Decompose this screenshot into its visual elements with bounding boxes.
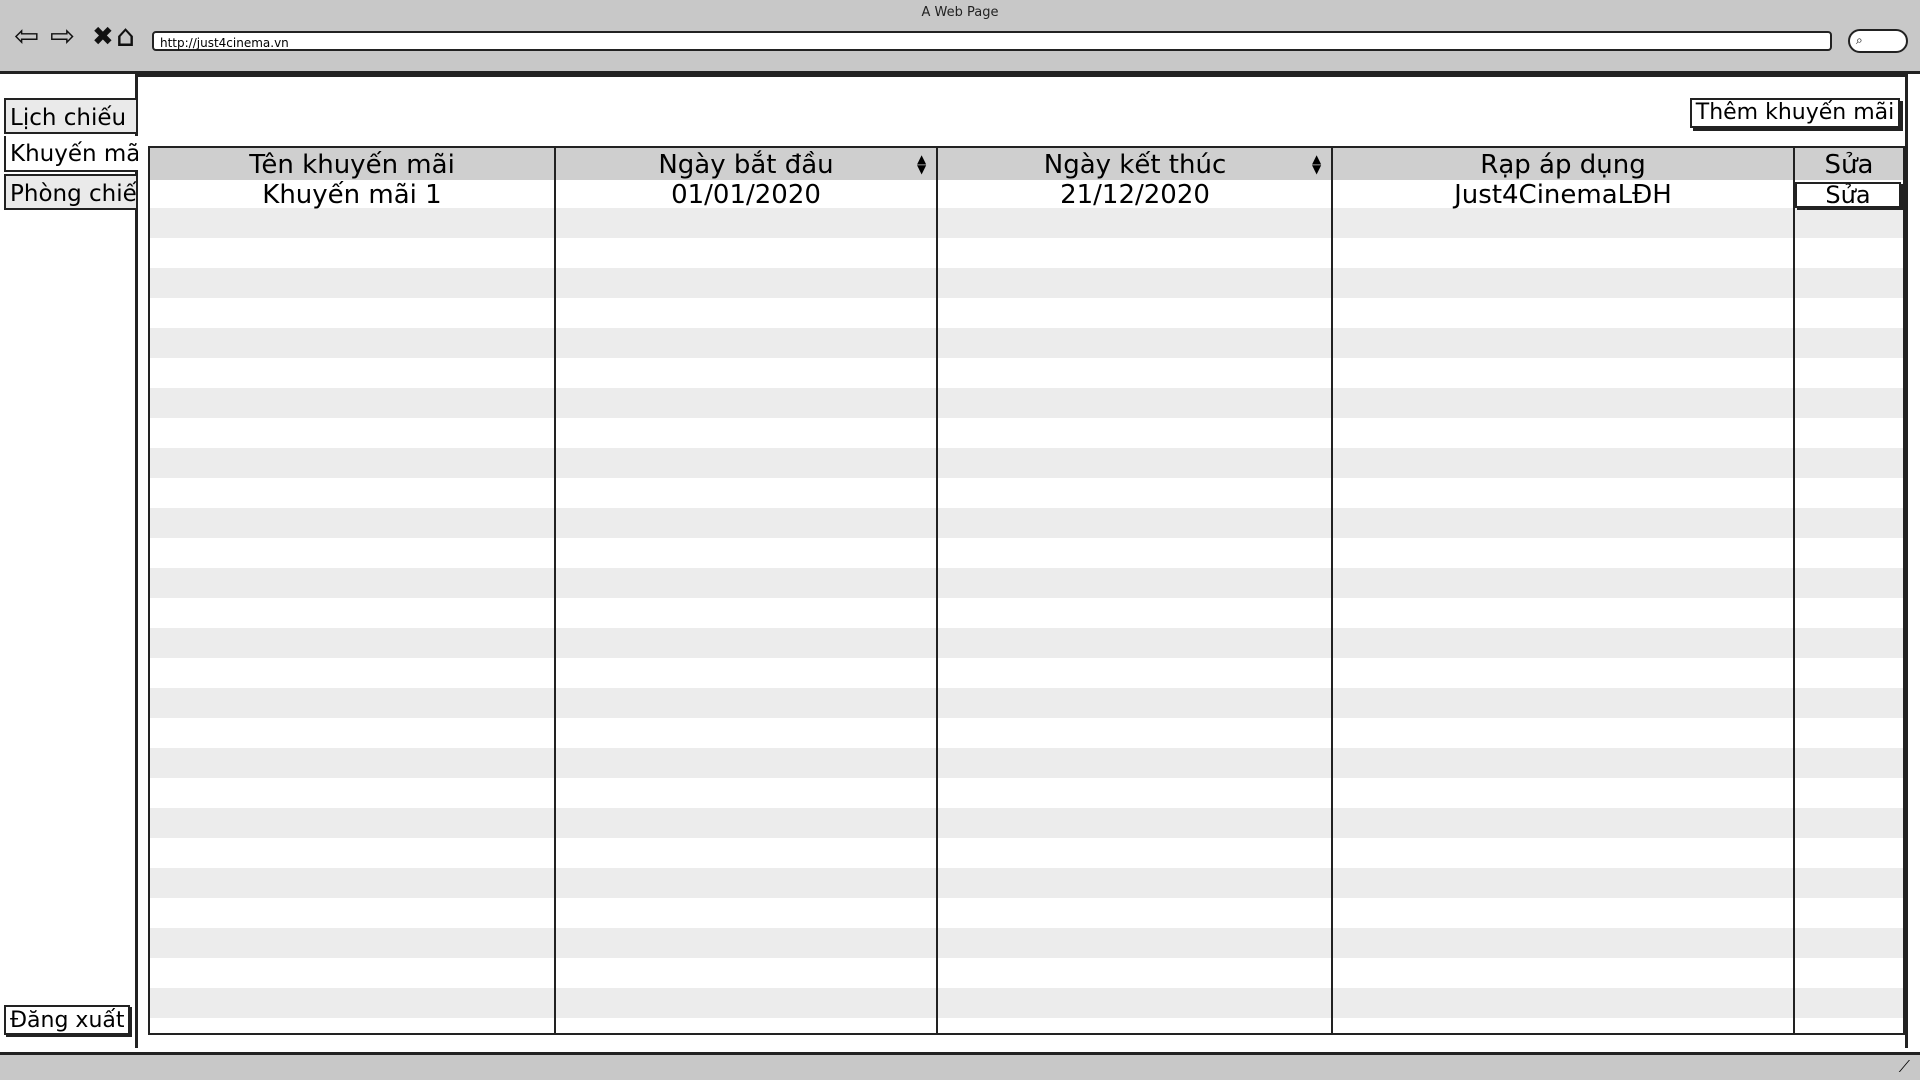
sidebar-item-phong-chieu[interactable]: Phòng chiếu	[4, 174, 138, 210]
sidebar-item-khuyen-mai[interactable]: Khuyến mãi	[4, 136, 138, 172]
browser-window: A Web Page ⇦ ⇨ ✖ ⌂ http://just4cinema.vn…	[0, 0, 1920, 1080]
table-header: Tên khuyến mãi Ngày bắt đầu ▲ ▼ Ngày kết …	[150, 148, 1903, 180]
home-icon[interactable]: ⌂	[116, 20, 135, 54]
table-row[interactable]: Khuyến mãi 1 01/01/2020 21/12/2020 Just4…	[150, 180, 1903, 210]
back-icon[interactable]: ⇦	[14, 20, 39, 54]
sidebar-item-lich-chieu[interactable]: Lịch chiếu	[4, 98, 138, 134]
edit-button[interactable]: Sửa	[1795, 182, 1901, 208]
close-icon[interactable]: ✖	[92, 20, 114, 54]
url-input[interactable]: http://just4cinema.vn	[152, 31, 1832, 51]
column-header-name[interactable]: Tên khuyến mãi	[150, 148, 554, 180]
column-divider	[1331, 148, 1333, 1033]
window-title: A Web Page	[921, 5, 999, 20]
cell-end-date: 21/12/2020	[1060, 180, 1210, 210]
search-field[interactable]: ⌕	[1848, 29, 1908, 53]
column-header-start-label: Ngày bắt đầu	[658, 150, 834, 180]
column-header-end-label: Ngày kết thúc	[1043, 150, 1227, 180]
resize-grip-icon[interactable]: ⟋	[1899, 1057, 1910, 1077]
add-promotion-button[interactable]: Thêm khuyến mãi	[1690, 98, 1900, 128]
sort-icon[interactable]: ▲ ▼	[917, 153, 926, 175]
column-header-end-date[interactable]: Ngày kết thúc	[938, 148, 1332, 180]
cell-name: Khuyến mãi 1	[262, 180, 442, 210]
browser-toolbar: A Web Page ⇦ ⇨ ✖ ⌂ http://just4cinema.vn…	[0, 0, 1920, 74]
column-header-start-date[interactable]: Ngày bắt đầu	[556, 148, 936, 180]
forward-icon[interactable]: ⇨	[50, 20, 75, 54]
column-header-edit: Sửa	[1824, 150, 1874, 180]
sort-icon[interactable]: ▲ ▼	[1312, 153, 1321, 175]
cell-cinema: Just4CinemaLĐH	[1454, 180, 1672, 210]
column-header-cinema[interactable]: Rạp áp dụng	[1333, 148, 1793, 180]
column-divider	[554, 148, 556, 1033]
search-icon: ⌕	[1856, 33, 1863, 47]
column-divider	[936, 148, 938, 1033]
status-bar: ⟋	[0, 1052, 1920, 1080]
promotions-table: Tên khuyến mãi Ngày bắt đầu ▲ ▼ Ngày kết …	[148, 146, 1905, 1035]
sidebar: Lịch chiếu Khuyến mãi Phòng chiếu	[2, 74, 138, 1048]
logout-button[interactable]: Đăng xuất	[4, 1005, 130, 1035]
cell-start-date: 01/01/2020	[671, 180, 821, 210]
column-divider	[1793, 148, 1795, 1033]
